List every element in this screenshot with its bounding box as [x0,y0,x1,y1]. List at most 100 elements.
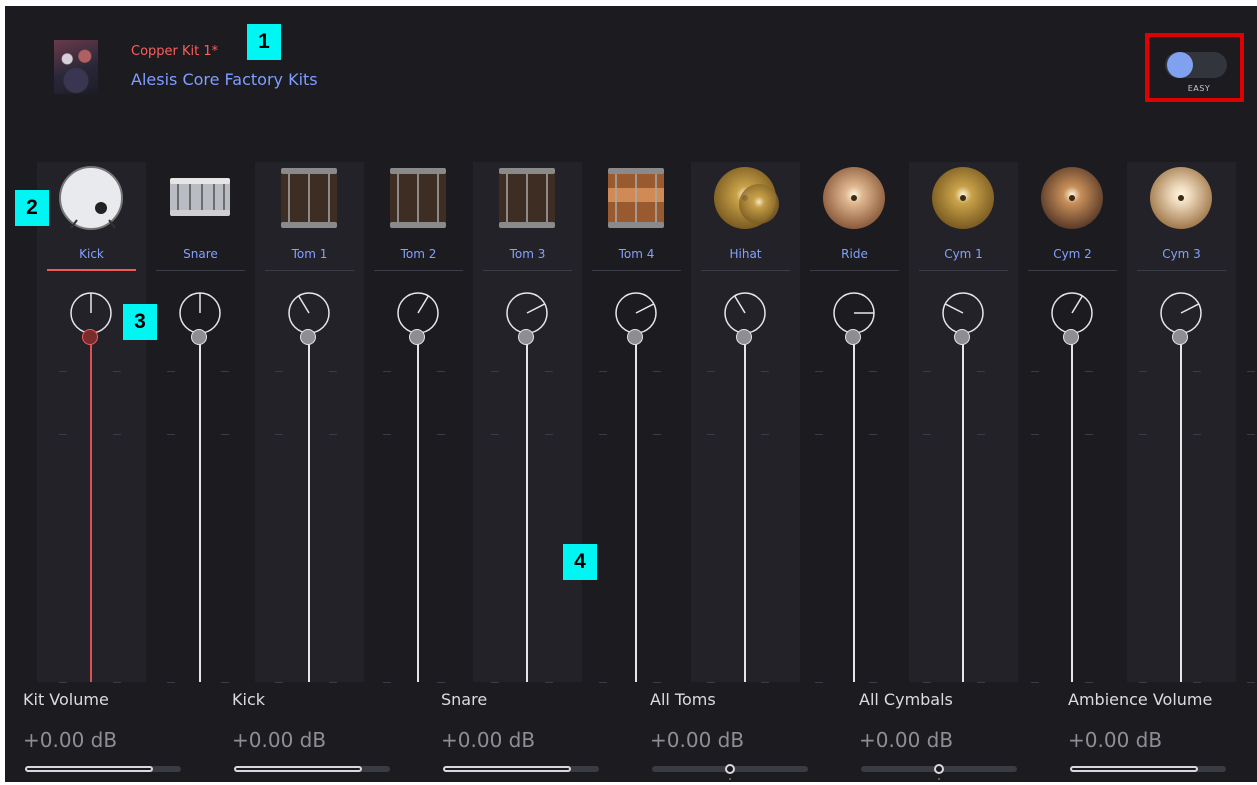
channel-strip-kick: Kick [37,162,146,682]
group-volume-slider[interactable] [861,764,1017,780]
fader-scale-tick [1085,682,1093,683]
group-label: All Toms [650,690,716,709]
channel-label-underline [156,270,245,271]
fader-track[interactable] [635,337,637,682]
fader-track[interactable] [90,337,92,682]
channel-label[interactable]: Cym 3 [1127,247,1236,261]
group-volume-slider[interactable] [25,766,181,772]
fader-knob[interactable] [1172,329,1188,345]
fader-scale-tick [113,682,121,683]
fader-knob[interactable] [518,329,534,345]
kick-drum-image[interactable] [57,164,125,232]
tom-drum-image[interactable] [384,164,452,232]
fader-track[interactable] [417,337,419,682]
cymbalhihat-drum-image[interactable] [711,164,779,232]
channel-label[interactable]: Ride [800,247,909,261]
fader-scale-tick [275,682,283,683]
tom-drum-image[interactable] [493,164,561,232]
group-volume-slider[interactable] [443,766,599,772]
slider-handle[interactable] [725,764,735,774]
fader-knob[interactable] [82,329,98,345]
cymbal-drum-image[interactable] [929,164,997,232]
channel-label[interactable]: Tom 3 [473,247,582,261]
channel-label[interactable]: Cym 1 [909,247,1018,261]
fader-scale-tick [977,682,985,683]
fader-knob[interactable] [191,329,207,345]
fader-knob[interactable] [954,329,970,345]
fader-scale-tick [59,371,67,372]
fader-scale-tick [1139,434,1147,435]
cymbalbright-drum-image[interactable] [1147,164,1215,232]
channel-label-underline [1137,270,1226,271]
group-db-value[interactable]: +0.00 dB [1068,728,1248,752]
fader-track[interactable] [853,337,855,682]
drum-mixer-window: Copper Kit 1* Alesis Core Factory Kits E… [5,6,1257,782]
pan-knob-pointer [944,303,964,314]
tom-drum-image[interactable] [275,164,343,232]
channel-label[interactable]: Hihat [691,247,800,261]
fader-track[interactable] [308,337,310,682]
channel-label[interactable]: Tom 2 [364,247,473,261]
fader-scale-tick [923,371,931,372]
fader-scale-tick [113,434,121,435]
fader-scale-tick [59,434,67,435]
callout-1: 1 [247,24,281,60]
kit-library[interactable]: Alesis Core Factory Kits [131,70,318,89]
fader-knob[interactable] [627,329,643,345]
fader-scale-tick [923,434,931,435]
fader-scale-tick [707,682,715,683]
channel-label[interactable]: Tom 4 [582,247,691,261]
group-volume-slider[interactable] [1070,766,1226,772]
slider-handle[interactable] [934,764,944,774]
group-label: Kit Volume [23,690,109,709]
snare-drum-image[interactable] [166,164,234,232]
fader-scale-tick [221,682,229,683]
fader-scale-tick [599,371,607,372]
tomcopper-drum-image[interactable] [602,164,670,232]
channel-label[interactable]: Kick [37,247,146,261]
fader-track[interactable] [1071,337,1073,682]
fader-scale-tick [167,371,175,372]
group-db-value[interactable]: +0.00 dB [232,728,412,752]
pan-knob-pointer [297,295,310,314]
fader-track[interactable] [962,337,964,682]
fader-track[interactable] [744,337,746,682]
group-label: Kick [232,690,265,709]
pan-knob-pointer [417,295,430,314]
channel-label-underline [701,270,790,271]
group-db-value[interactable]: +0.00 dB [441,728,621,752]
fader-scale-tick [869,682,877,683]
easy-mode-toggle-knob[interactable] [1167,52,1193,78]
kit-name[interactable]: Copper Kit 1* [131,44,218,59]
fader-track[interactable] [199,337,201,682]
fader-scale-tick [437,434,445,435]
group-volume-slider[interactable] [234,766,390,772]
channel-label[interactable]: Tom 1 [255,247,364,261]
cymbalchina-drum-image[interactable] [1038,164,1106,232]
channel-strip-tom-4: Tom 4 [582,162,691,682]
cymbalride-drum-image[interactable] [820,164,888,232]
channel-label[interactable]: Snare [146,247,255,261]
fader-knob[interactable] [300,329,316,345]
kit-thumbnail[interactable] [54,40,98,94]
fader-knob[interactable] [1063,329,1079,345]
channel-label-underline [265,270,354,271]
fader-knob[interactable] [845,329,861,345]
fader-scale-tick [1193,434,1201,435]
fader-scale-tick [275,371,283,372]
group-db-value[interactable]: +0.00 dB [650,728,830,752]
fader-track[interactable] [1180,337,1182,682]
fader-scale-tick [707,371,715,372]
channel-label[interactable]: Cym 2 [1018,247,1127,261]
fader-scale-tick [707,434,715,435]
fader-scale-tick [383,682,391,683]
group-volume-slider[interactable] [652,764,808,780]
fader-knob[interactable] [409,329,425,345]
group-snare: Snare +0.00 dB [441,690,621,772]
fader-track[interactable] [526,337,528,682]
group-db-value[interactable]: +0.00 dB [859,728,1039,752]
fader-scale-tick [329,682,337,683]
fader-scale-tick [383,434,391,435]
group-db-value[interactable]: +0.00 dB [23,728,203,752]
fader-knob[interactable] [736,329,752,345]
